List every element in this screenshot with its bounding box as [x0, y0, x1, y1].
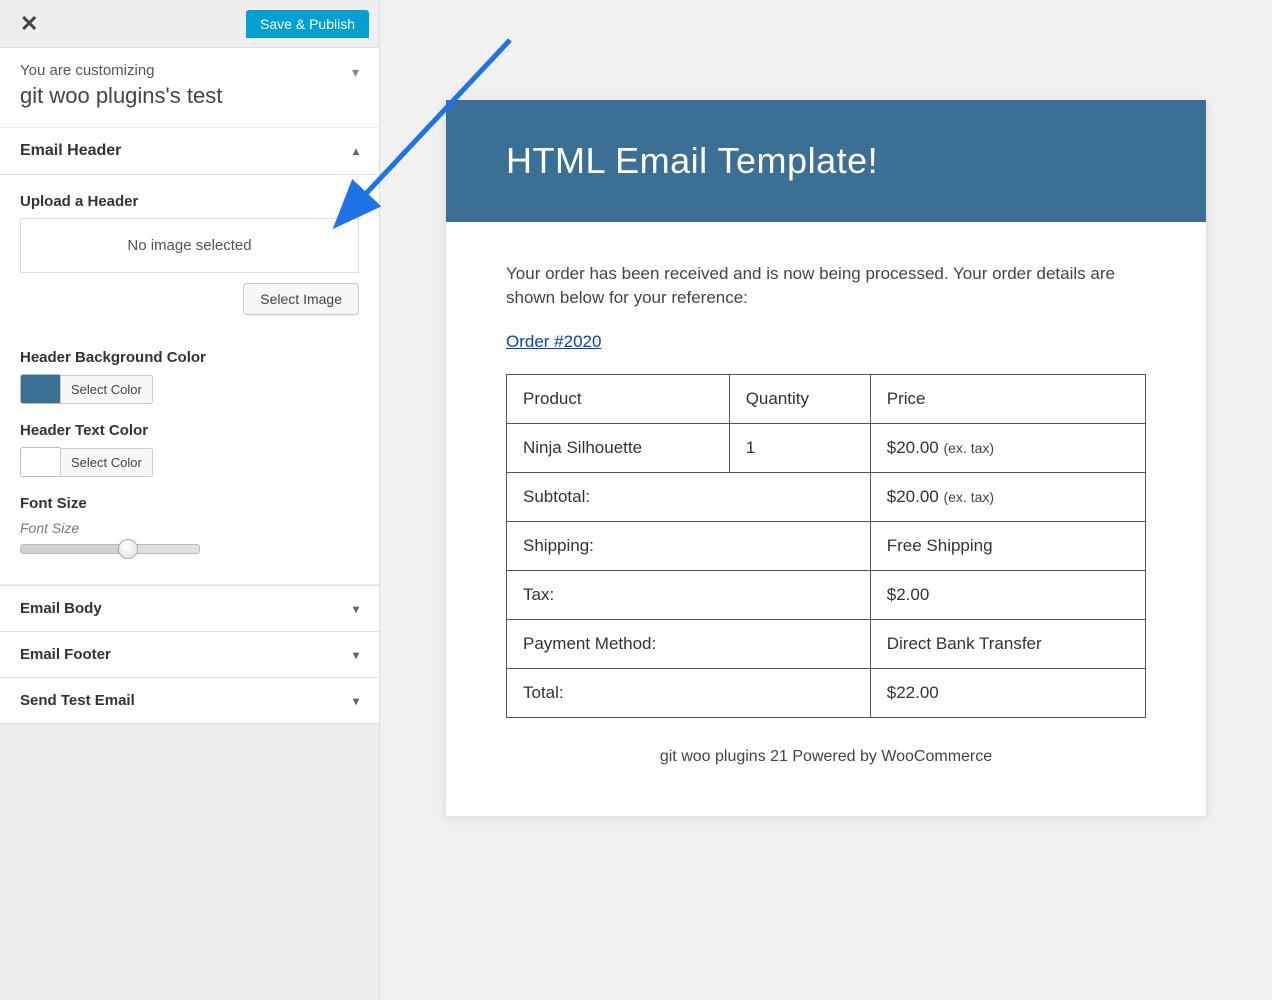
table-row: Subtotal:$20.00 (ex. tax): [507, 472, 1146, 521]
th-quantity: Quantity: [729, 374, 870, 423]
email-header-panel: Upload a Header No image selected Select…: [0, 175, 379, 585]
select-bg-color-button[interactable]: Select Color: [60, 375, 153, 404]
table-row: Total:$22.00: [507, 668, 1146, 717]
th-price: Price: [870, 374, 1145, 423]
close-icon[interactable]: ✕: [20, 11, 38, 37]
accordion-title: Email Body: [20, 600, 102, 617]
font-size-slider[interactable]: [20, 544, 200, 554]
td-quantity: 1: [729, 423, 870, 472]
chevron-down-icon: ▾: [353, 602, 359, 616]
table-header-row: Product Quantity Price: [507, 374, 1146, 423]
table-row: Shipping:Free Shipping: [507, 521, 1146, 570]
header-bg-color-label: Header Background Color: [20, 349, 359, 366]
table-item-row: Ninja Silhouette 1 $20.00 (ex. tax): [507, 423, 1146, 472]
td-value: $22.00: [870, 668, 1145, 717]
select-image-button[interactable]: Select Image: [243, 283, 359, 315]
slider-thumb[interactable]: [118, 539, 138, 559]
preview-area: HTML Email Template! Your order has been…: [380, 0, 1272, 1000]
sidebar-topbar: ✕ Save & Publish: [0, 0, 379, 48]
td-value: Free Shipping: [870, 521, 1145, 570]
td-label: Payment Method:: [507, 619, 871, 668]
upload-dropzone[interactable]: No image selected: [20, 218, 359, 273]
accordion-header-email-footer[interactable]: Email Footer ▾: [0, 632, 379, 678]
th-product: Product: [507, 374, 730, 423]
email-intro-text: Your order has been received and is now …: [506, 262, 1146, 310]
td-value: $2.00: [870, 570, 1145, 619]
select-text-color-button[interactable]: Select Color: [60, 448, 153, 477]
td-value: $20.00 (ex. tax): [870, 472, 1145, 521]
chevron-up-icon: ▴: [353, 144, 359, 158]
accordion-header-send-test-email[interactable]: Send Test Email ▾: [0, 678, 379, 724]
header-text-color-label: Header Text Color: [20, 422, 359, 439]
order-link[interactable]: Order #2020: [506, 332, 601, 352]
email-footer-text: git woo plugins 21 Powered by WooCommerc…: [506, 718, 1146, 796]
header-text-color-swatch[interactable]: [20, 447, 60, 477]
td-value: Direct Bank Transfer: [870, 619, 1145, 668]
td-label: Tax:: [507, 570, 871, 619]
td-label: Shipping:: [507, 521, 871, 570]
customizer-sidebar: ✕ Save & Publish You are customizing git…: [0, 0, 380, 1000]
td-price: $20.00 (ex. tax): [870, 423, 1145, 472]
accordion-title: Send Test Email: [20, 692, 135, 709]
customizing-label: You are customizing: [20, 62, 359, 79]
accordion-header-email-header[interactable]: Email Header ▴: [0, 128, 379, 175]
accordion-title: Email Header: [20, 142, 121, 160]
font-size-sublabel: Font Size: [20, 520, 359, 536]
email-body: Your order has been received and is now …: [446, 222, 1206, 816]
table-row: Tax:$2.00: [507, 570, 1146, 619]
save-publish-button[interactable]: Save & Publish: [246, 10, 369, 38]
font-size-label: Font Size: [20, 495, 359, 512]
customizing-title: git woo plugins's test: [20, 83, 359, 109]
email-header-bar: HTML Email Template!: [446, 100, 1206, 222]
upload-header-label: Upload a Header: [20, 193, 359, 210]
order-table: Product Quantity Price Ninja Silhouette …: [506, 374, 1146, 718]
accordion-title: Email Footer: [20, 646, 111, 663]
email-preview: HTML Email Template! Your order has been…: [446, 100, 1206, 816]
table-row: Payment Method:Direct Bank Transfer: [507, 619, 1146, 668]
td-product: Ninja Silhouette: [507, 423, 730, 472]
header-bg-color-swatch[interactable]: [20, 374, 60, 404]
customizing-context[interactable]: You are customizing git woo plugins's te…: [0, 48, 379, 128]
td-label: Total:: [507, 668, 871, 717]
chevron-down-icon: ▾: [353, 694, 359, 708]
accordion-header-email-body[interactable]: Email Body ▾: [0, 585, 379, 632]
accordion: Email Header ▴ Upload a Header No image …: [0, 128, 379, 724]
chevron-down-icon: ▾: [352, 64, 359, 81]
td-label: Subtotal:: [507, 472, 871, 521]
slider-fill: [21, 545, 128, 553]
chevron-down-icon: ▾: [353, 648, 359, 662]
